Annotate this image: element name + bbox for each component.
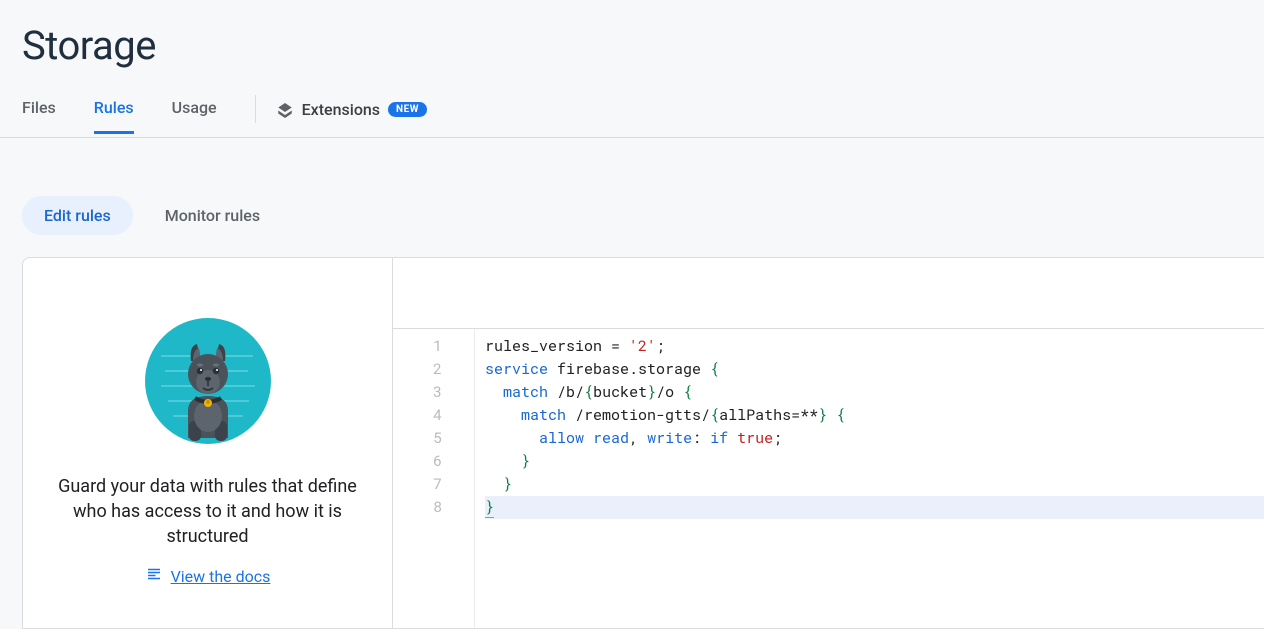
view-docs-link[interactable]: View the docs — [145, 565, 271, 587]
code-line[interactable]: } — [485, 473, 1264, 496]
code-line[interactable]: } — [485, 496, 1264, 519]
line-number: 4 — [393, 404, 474, 427]
code-line[interactable]: service firebase.storage { — [485, 358, 1264, 381]
rules-panel: Guard your data with rules that define w… — [22, 257, 1264, 629]
tab-usage[interactable]: Usage — [172, 98, 217, 134]
code-line[interactable]: allow read, write: if true; — [485, 427, 1264, 450]
page-title: Storage — [0, 0, 1264, 69]
code-line[interactable]: match /remotion-gtts/{allPaths=**} { — [485, 404, 1264, 427]
extensions-icon — [276, 100, 294, 118]
editor-gutter: 1 2 3 4 5 6 7 8 — [393, 329, 475, 628]
guard-dog-illustration — [143, 316, 273, 446]
primary-tabs: Files Rules Usage Extensions NEW — [0, 69, 1264, 138]
subtab-edit-rules[interactable]: Edit rules — [22, 196, 133, 235]
tab-rules[interactable]: Rules — [94, 98, 134, 134]
code-line[interactable]: } — [485, 450, 1264, 473]
line-number: 6 — [393, 450, 474, 473]
tab-files[interactable]: Files — [22, 98, 56, 134]
guard-description: Guard your data with rules that define w… — [53, 474, 362, 549]
tab-extensions-label: Extensions — [302, 100, 380, 119]
new-badge: NEW — [388, 102, 427, 117]
rules-code-editor[interactable]: 1 2 3 4 5 6 7 8 rules_version = '2'; ser… — [393, 258, 1264, 628]
line-number: 2 — [393, 358, 474, 381]
editor-code-area[interactable]: rules_version = '2'; service firebase.st… — [475, 329, 1264, 628]
rules-info-panel: Guard your data with rules that define w… — [23, 258, 393, 628]
line-number: 7 — [393, 473, 474, 496]
line-number: 1 — [393, 335, 474, 358]
docs-icon — [145, 565, 163, 587]
line-number: 5 — [393, 427, 474, 450]
view-docs-label: View the docs — [171, 567, 271, 586]
line-number: 8 — [393, 496, 474, 519]
tab-extensions[interactable]: Extensions NEW — [276, 100, 427, 133]
tab-divider — [255, 95, 256, 123]
editor-divider — [393, 328, 1264, 329]
subtab-monitor-rules[interactable]: Monitor rules — [143, 196, 282, 235]
code-line[interactable]: rules_version = '2'; — [485, 335, 1264, 358]
line-number: 3 — [393, 381, 474, 404]
code-line[interactable]: match /b/{bucket}/o { — [485, 381, 1264, 404]
rules-subtabs: Edit rules Monitor rules — [0, 138, 1264, 235]
